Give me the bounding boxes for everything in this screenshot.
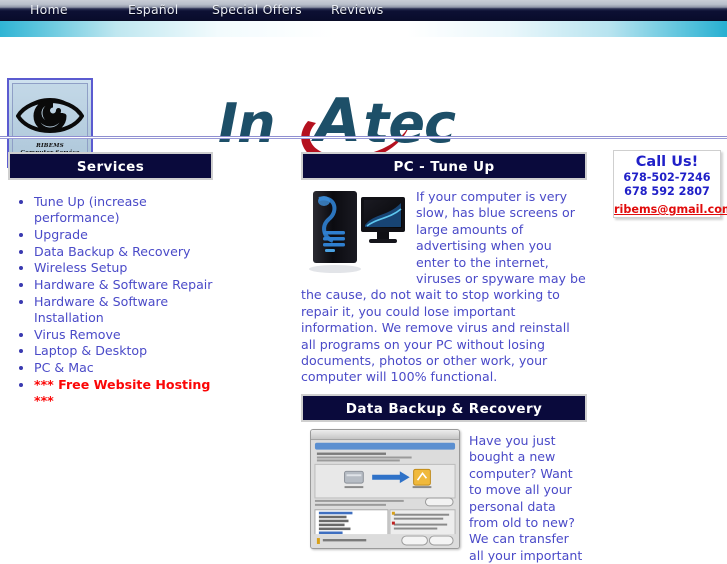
articles-column: PC - Tune Up If your computer is very sl… bbox=[301, 152, 587, 564]
mac-dialog-mock bbox=[310, 428, 460, 549]
services-heading: Services bbox=[8, 152, 213, 180]
call-us-phone-2: 678 592 2807 bbox=[624, 184, 710, 198]
services-panel: Services Tune Up (increase performance) … bbox=[8, 152, 213, 410]
nav-item-espanol[interactable]: Español bbox=[128, 2, 178, 17]
call-us-title: Call Us! bbox=[635, 154, 699, 170]
list-item: Data Backup & Recovery bbox=[34, 244, 213, 260]
list-item: Tune Up (increase performance) bbox=[34, 194, 213, 226]
call-us-email-link[interactable]: ribems@gmail.com bbox=[614, 203, 727, 217]
services-list: Tune Up (increase performance) Upgrade D… bbox=[8, 194, 213, 409]
list-item-free-hosting: *** Free Website Hosting *** bbox=[34, 377, 213, 409]
data-backup-heading-wrap: Data Backup & Recovery bbox=[301, 386, 587, 422]
list-item: Hardware & Software Repair bbox=[34, 277, 213, 293]
nav-item-home[interactable]: Home bbox=[30, 2, 68, 17]
list-item: Upgrade bbox=[34, 227, 213, 243]
call-us-phone-1: 678-502-7246 bbox=[623, 171, 711, 184]
page-content: Services Tune Up (increase performance) … bbox=[0, 139, 727, 563]
data-backup-heading: Data Backup & Recovery bbox=[301, 393, 587, 422]
call-us-box: Call Us! 678-502-7246 678 592 2807 ribem… bbox=[613, 150, 727, 218]
mac-dialog-titlebar bbox=[311, 429, 459, 440]
top-navigation-bar: Home Español Special Offers Reviews bbox=[0, 0, 727, 21]
header-gradient-band bbox=[0, 21, 727, 37]
list-item: Hardware & Software Installation bbox=[34, 294, 213, 326]
migration-assistant-screenshot bbox=[310, 428, 460, 549]
nav-item-special-offers[interactable]: Special Offers bbox=[212, 2, 302, 17]
list-item: PC & Mac bbox=[34, 360, 213, 376]
list-item: Laptop & Desktop bbox=[34, 343, 213, 359]
desktop-pc-photo bbox=[305, 185, 409, 281]
pc-tune-heading: PC - Tune Up bbox=[301, 152, 587, 180]
list-item: Virus Remove bbox=[34, 327, 213, 343]
header-area: RIBEMS Computer Service In tec A bbox=[0, 37, 727, 168]
list-item: Wireless Setup bbox=[34, 260, 213, 276]
nav-item-reviews[interactable]: Reviews bbox=[331, 2, 384, 17]
